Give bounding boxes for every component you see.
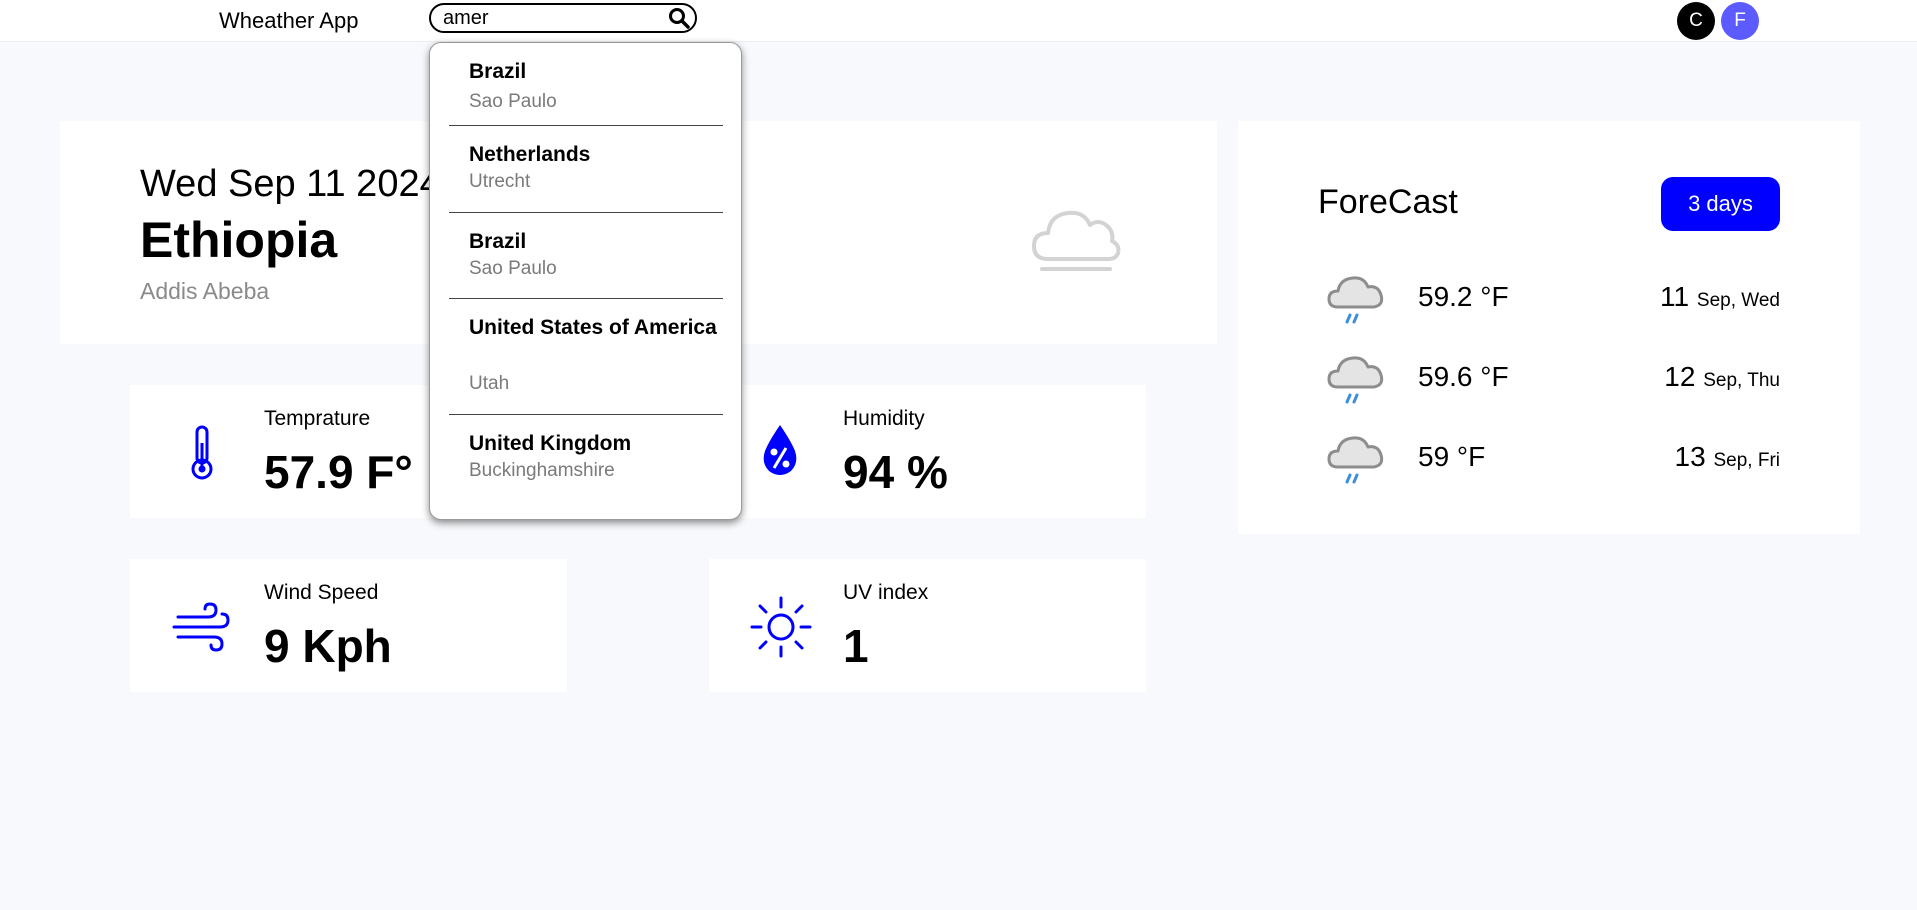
temperature-label: Temprature (264, 407, 371, 430)
forecast-date: 11 Sep, Wed (1660, 281, 1780, 313)
search-icon[interactable] (667, 6, 691, 30)
current-city: Addis Abeba (140, 278, 270, 304)
suggestion-item[interactable]: United Kingdom Buckinghamshire (449, 415, 723, 505)
forecast-day: 11 (1660, 281, 1690, 312)
humidity-card: Humidity 94 % (709, 385, 1146, 518)
suggestion-item[interactable]: Netherlands Utrecht (449, 126, 723, 213)
suggestion-country: Brazil (469, 230, 527, 253)
forecast-day-label: Sep, Wed (1696, 290, 1780, 311)
search-input[interactable] (443, 6, 663, 30)
uv-card: UV index 1 (709, 559, 1146, 692)
avatar[interactable]: C (1677, 2, 1715, 40)
rain-cloud-icon (1326, 349, 1386, 409)
suggestion-region: Buckinghamshire (469, 460, 615, 481)
humidity-drop-icon (749, 421, 813, 485)
wind-value: 9 Kph (264, 620, 392, 672)
wind-icon (170, 595, 234, 659)
humidity-value: 94 % (843, 446, 948, 498)
suggestion-item[interactable]: Brazil Sao Paulo (449, 43, 723, 126)
suggestion-item[interactable]: United States of America Utah (449, 299, 723, 415)
top-bar: Wheather App C F (0, 0, 1917, 42)
forecast-date: 13 Sep, Fri (1675, 441, 1780, 473)
current-date: Wed Sep 11 2024 (140, 163, 441, 205)
forecast-row: 59.6 °F 12 Sep, Thu (1318, 349, 1780, 409)
suggestion-country: United States of America (469, 316, 717, 339)
forecast-title: ForeCast (1318, 183, 1458, 221)
suggestion-country: United Kingdom (469, 432, 632, 455)
forecast-temp: 59.6 °F (1418, 361, 1509, 392)
forecast-day-label: Sep, Thu (1703, 370, 1780, 391)
suggestion-region: Utah (469, 373, 510, 394)
suggestion-region: Sao Paulo (469, 91, 557, 112)
forecast-card: ForeCast 3 days 59.2 °F 11 Sep, Wed 59.6… (1238, 121, 1860, 534)
humidity-label: Humidity (843, 407, 925, 430)
forecast-temp: 59.2 °F (1418, 281, 1509, 312)
search-box[interactable] (429, 3, 697, 33)
suggestion-region: Utrecht (469, 171, 531, 192)
fog-cloud-icon (1028, 199, 1124, 285)
forecast-day: 13 (1674, 441, 1706, 472)
suggestion-item[interactable]: Brazil Sao Paulo (449, 213, 723, 299)
rain-cloud-icon (1326, 429, 1386, 489)
forecast-day-label: Sep, Fri (1713, 450, 1780, 471)
current-country: Ethiopia (140, 212, 338, 268)
sun-icon (749, 595, 813, 659)
uv-value: 1 (843, 620, 869, 672)
forecast-row: 59 °F 13 Sep, Fri (1318, 429, 1780, 489)
forecast-row: 59.2 °F 11 Sep, Wed (1318, 269, 1780, 329)
wind-label: Wind Speed (264, 581, 379, 604)
wind-card: Wind Speed 9 Kph (130, 559, 567, 692)
rain-cloud-icon (1326, 269, 1386, 329)
search-suggestions-dropdown: Brazil Sao Paulo Netherlands Utrecht Bra… (429, 42, 742, 520)
forecast-range-button[interactable]: 3 days (1661, 177, 1780, 231)
forecast-temp: 59 °F (1418, 441, 1486, 472)
app-title: Wheather App (219, 8, 359, 33)
temperature-value: 57.9 F° (264, 446, 413, 498)
thermometer-icon (170, 421, 234, 485)
forecast-day: 12 (1664, 361, 1696, 392)
forecast-date: 12 Sep, Thu (1664, 361, 1780, 393)
uv-label: UV index (843, 581, 929, 604)
suggestion-country: Brazil (469, 60, 527, 83)
suggestion-region: Sao Paulo (469, 258, 557, 279)
avatar[interactable]: F (1721, 2, 1759, 40)
suggestion-country: Netherlands (469, 143, 591, 166)
